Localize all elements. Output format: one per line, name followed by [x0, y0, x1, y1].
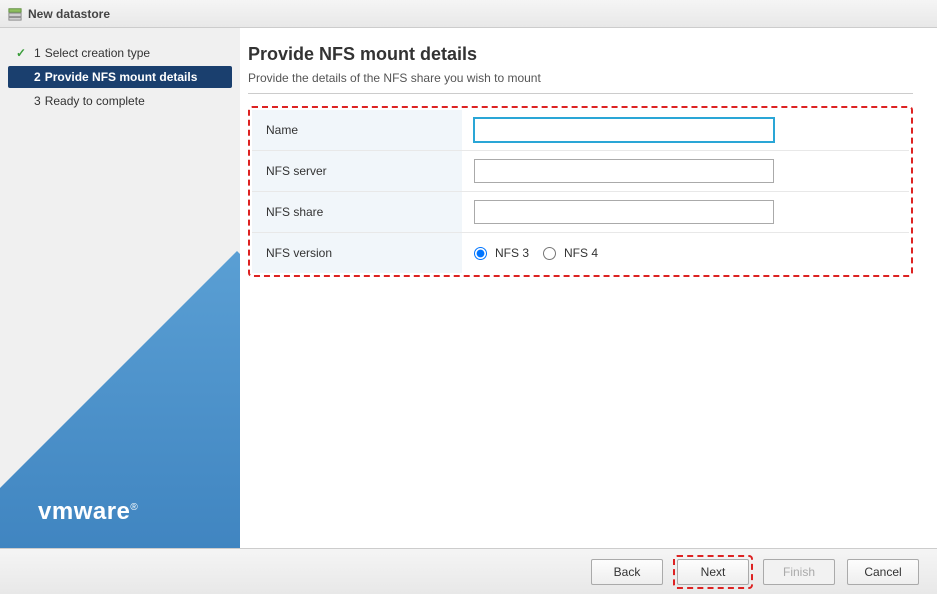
step-label: Ready to complete: [45, 94, 145, 108]
datastore-icon: [8, 7, 22, 21]
window-title: New datastore: [28, 7, 110, 21]
nfs3-radio[interactable]: [474, 247, 487, 260]
nfs-share-label: NFS share: [252, 192, 462, 232]
step-label: Select creation type: [45, 46, 150, 60]
wizard-sidebar: ✓ 1 Select creation type 2 Provide NFS m…: [0, 28, 240, 548]
nfs-version-radio-group: NFS 3 NFS 4: [474, 246, 606, 260]
nfs-share-input[interactable]: [474, 200, 774, 224]
form-highlight-box: Name NFS server NFS share NFS version: [248, 106, 913, 277]
step-ready-to-complete[interactable]: 3 Ready to complete: [8, 90, 232, 112]
nfs-server-input[interactable]: [474, 159, 774, 183]
name-input[interactable]: [474, 118, 774, 142]
step-provide-nfs-mount-details[interactable]: 2 Provide NFS mount details: [8, 66, 232, 88]
page-subtitle: Provide the details of the NFS share you…: [248, 71, 913, 94]
step-number: 3: [34, 94, 41, 108]
form-row-version: NFS version NFS 3 NFS 4: [252, 233, 909, 273]
step-number: 2: [34, 70, 41, 84]
back-button[interactable]: Back: [591, 559, 663, 585]
page-title: Provide NFS mount details: [248, 44, 913, 65]
vmware-logo: vmware®: [38, 498, 138, 526]
content-area: ✓ 1 Select creation type 2 Provide NFS m…: [0, 28, 937, 548]
nfs-version-label: NFS version: [252, 233, 462, 273]
main-panel: Provide NFS mount details Provide the de…: [240, 28, 937, 548]
titlebar: New datastore: [0, 0, 937, 28]
finish-button: Finish: [763, 559, 835, 585]
name-label: Name: [252, 110, 462, 150]
step-label: Provide NFS mount details: [45, 70, 198, 84]
next-button[interactable]: Next: [677, 559, 749, 585]
form-row-server: NFS server: [252, 151, 909, 192]
step-number: 1: [34, 46, 41, 60]
wizard-steps: ✓ 1 Select creation type 2 Provide NFS m…: [0, 28, 240, 128]
nfs-server-label: NFS server: [252, 151, 462, 191]
checkmark-icon: ✓: [16, 46, 30, 60]
wizard-footer: Back Next Finish Cancel: [0, 548, 937, 594]
nfs4-radio[interactable]: [543, 247, 556, 260]
form-row-share: NFS share: [252, 192, 909, 233]
nfs4-label[interactable]: NFS 4: [564, 246, 598, 260]
form-row-name: Name: [252, 110, 909, 151]
cancel-button[interactable]: Cancel: [847, 559, 919, 585]
nfs3-label[interactable]: NFS 3: [495, 246, 529, 260]
step-select-creation-type[interactable]: ✓ 1 Select creation type: [8, 42, 232, 64]
